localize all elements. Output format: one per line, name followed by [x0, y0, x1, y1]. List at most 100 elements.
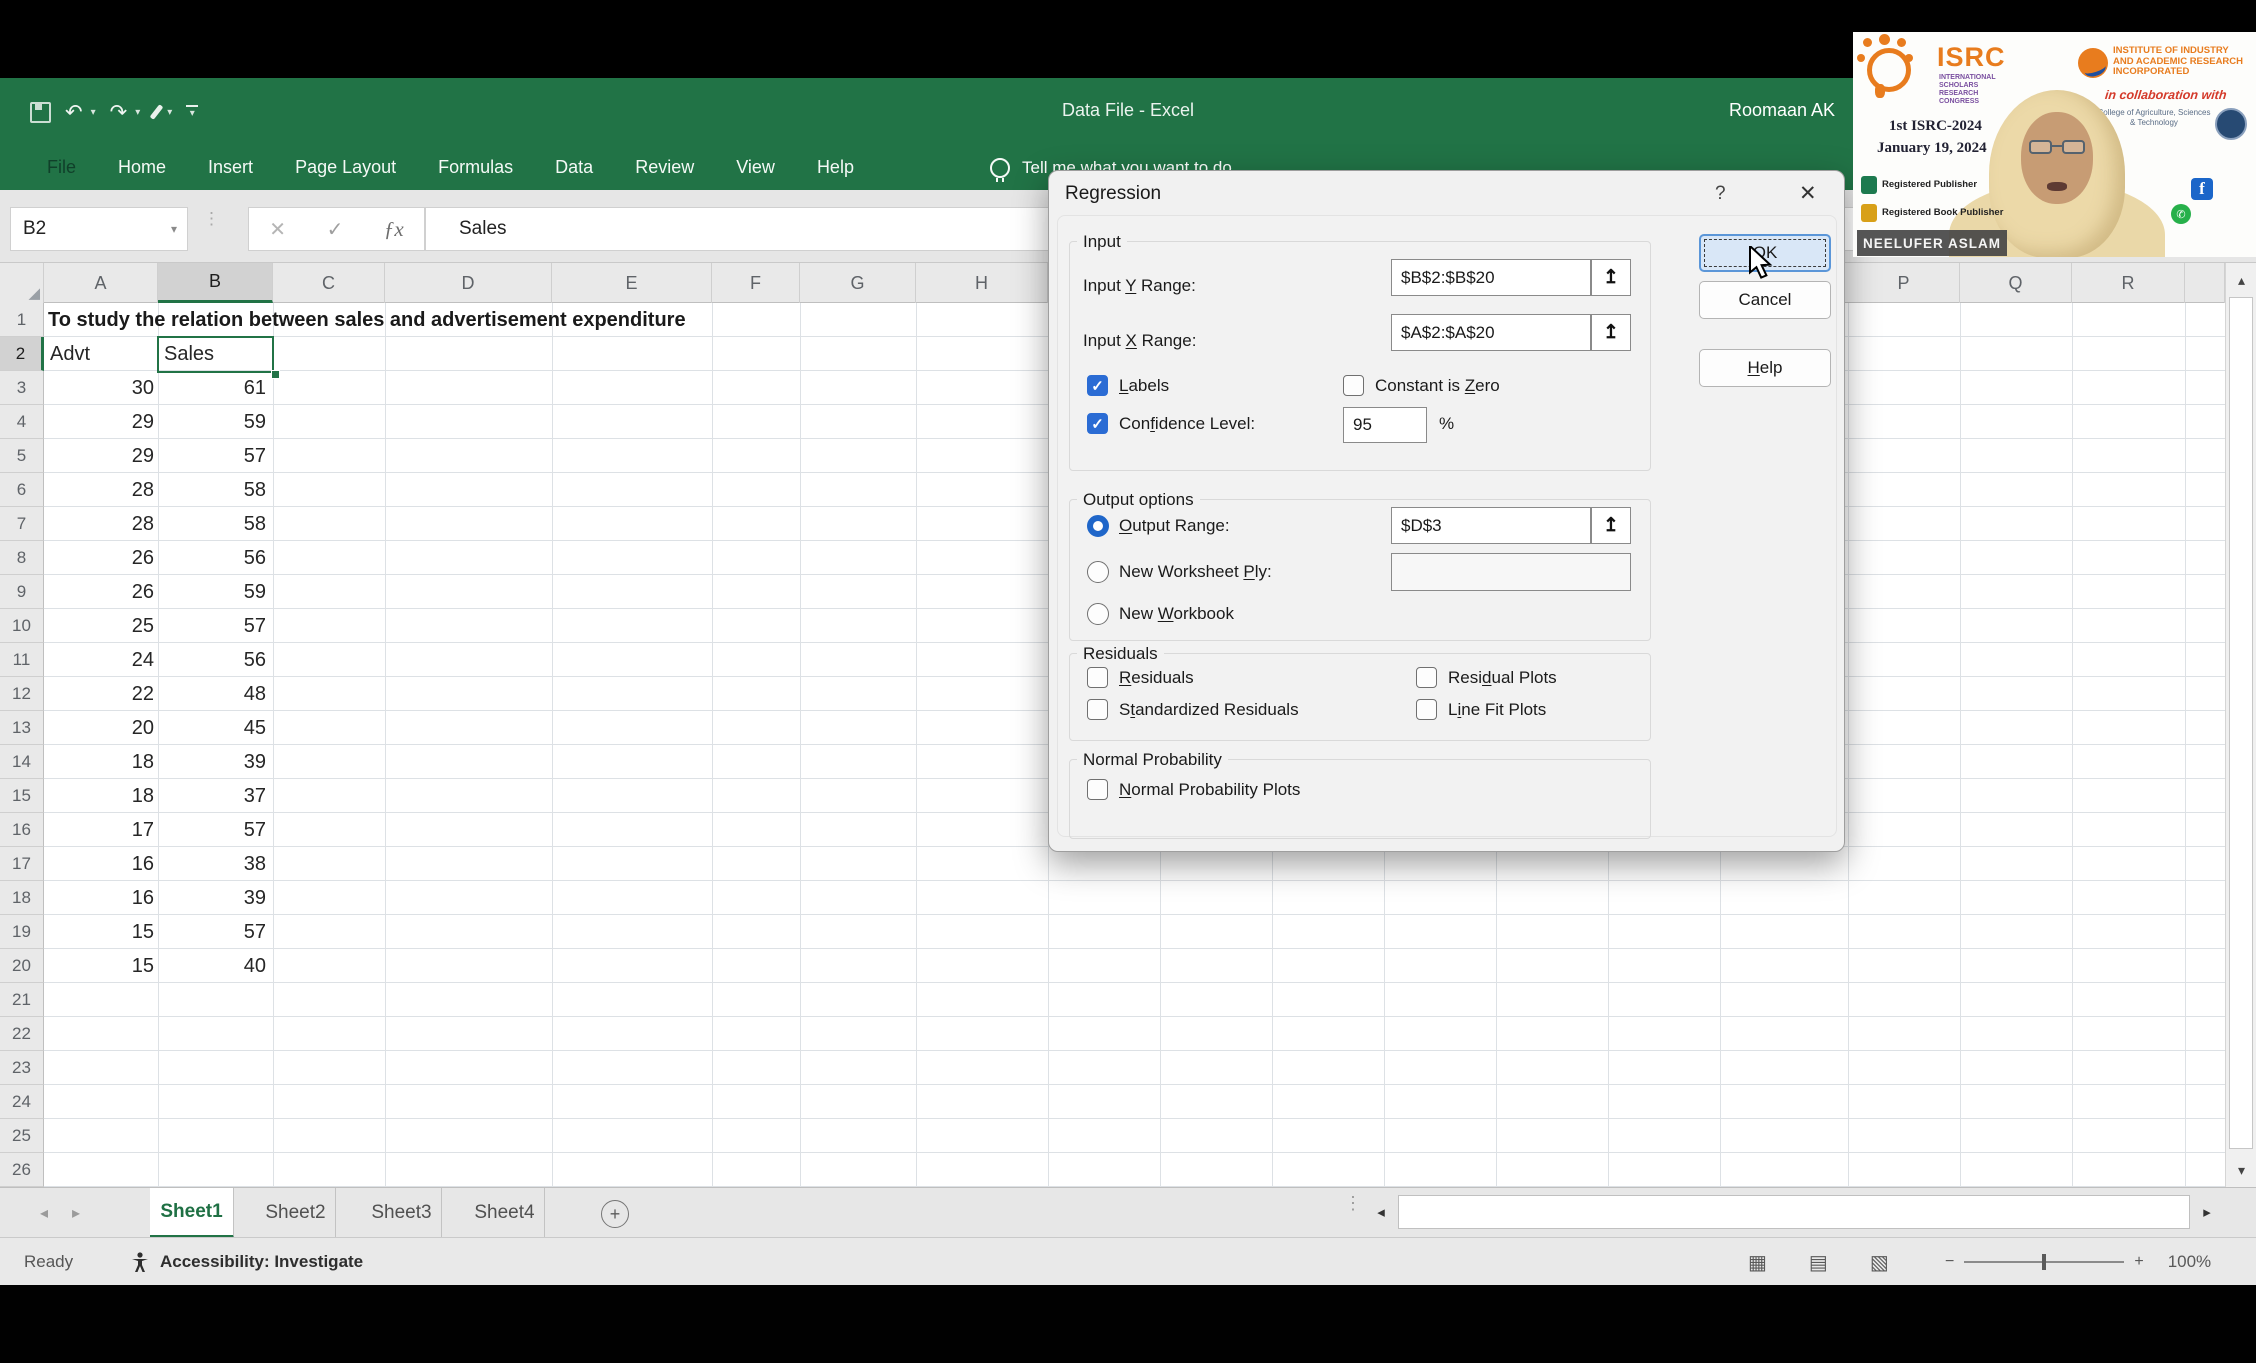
select-all-button[interactable]: ◢ — [0, 263, 44, 303]
input-y-range-picker-icon[interactable]: ↥ — [1591, 259, 1631, 296]
standardized-residuals-label[interactable]: Standardized Residuals — [1119, 700, 1299, 720]
hscroll-left-icon[interactable]: ◂ — [1368, 1195, 1394, 1229]
account-name[interactable]: Roomaan AK — [1729, 100, 1835, 121]
column-header-e[interactable]: E — [552, 263, 712, 303]
cell-a4[interactable]: 29 — [48, 405, 154, 439]
column-header-f[interactable]: F — [712, 263, 800, 303]
column-header-g[interactable]: G — [800, 263, 916, 303]
hscroll-right-icon[interactable]: ▸ — [2194, 1195, 2220, 1229]
cell-b20[interactable]: 40 — [162, 949, 266, 983]
row-header-12[interactable]: 12 — [0, 677, 44, 711]
zoom-level[interactable]: 100% — [2168, 1252, 2211, 1272]
row-header-1[interactable]: 1 — [0, 303, 44, 337]
cell-b6[interactable]: 58 — [162, 473, 266, 507]
view-page-break-icon[interactable]: ▧ — [1870, 1250, 1889, 1275]
touch-pen-icon[interactable] — [150, 104, 164, 120]
row-header-3[interactable]: 3 — [0, 371, 44, 405]
row-header-20[interactable]: 20 — [0, 949, 44, 983]
cell-b13[interactable]: 45 — [162, 711, 266, 745]
cell-a8[interactable]: 26 — [48, 541, 154, 575]
cell-a19[interactable]: 15 — [48, 915, 154, 949]
new-worksheet-radio[interactable] — [1087, 561, 1109, 583]
cell-b8[interactable]: 56 — [162, 541, 266, 575]
ribbon-tab-page-layout[interactable]: Page Layout — [274, 145, 417, 190]
row-header-22[interactable]: 22 — [0, 1017, 44, 1051]
column-header-a[interactable]: A — [44, 263, 158, 303]
row-header-11[interactable]: 11 — [0, 643, 44, 677]
labels-label[interactable]: Labels — [1119, 376, 1169, 396]
input-y-range-field[interactable]: $B$2:$B$20 — [1391, 259, 1591, 296]
row-header-26[interactable]: 26 — [0, 1153, 44, 1187]
new-workbook-label[interactable]: New Workbook — [1119, 604, 1234, 624]
row-header-17[interactable]: 17 — [0, 847, 44, 881]
ribbon-tab-view[interactable]: View — [715, 145, 796, 190]
ribbon-tab-help[interactable]: Help — [796, 145, 875, 190]
confidence-label[interactable]: Confidence Level: — [1119, 414, 1255, 434]
fill-handle[interactable] — [271, 370, 280, 379]
column-header-d[interactable]: D — [385, 263, 552, 303]
row-header-4[interactable]: 4 — [0, 405, 44, 439]
zoom-in-icon[interactable]: + — [2134, 1253, 2143, 1271]
cell-b12[interactable]: 48 — [162, 677, 266, 711]
cell-b16[interactable]: 57 — [162, 813, 266, 847]
cancel-button[interactable]: Cancel — [1699, 281, 1831, 319]
customize-qat-icon[interactable]: ▾ — [186, 105, 198, 119]
dialog-help-icon[interactable]: ? — [1715, 183, 1726, 205]
column-header-b[interactable]: B — [158, 263, 273, 303]
row-header-18[interactable]: 18 — [0, 881, 44, 915]
cell-a2[interactable]: Advt — [50, 337, 90, 371]
column-header-c[interactable]: C — [273, 263, 385, 303]
column-header-q[interactable]: Q — [1960, 263, 2072, 303]
output-range-label[interactable]: Output Range: — [1119, 516, 1230, 536]
save-icon[interactable] — [30, 102, 51, 123]
column-header-p[interactable]: P — [1848, 263, 1960, 303]
cell-a18[interactable]: 16 — [48, 881, 154, 915]
dialog-title[interactable]: Regression — [1065, 183, 1161, 205]
name-box-dropdown-icon[interactable]: ▾ — [171, 222, 177, 236]
output-range-radio[interactable] — [1087, 515, 1109, 537]
confidence-checkbox[interactable]: ✓ — [1087, 413, 1108, 434]
row-header-8[interactable]: 8 — [0, 541, 44, 575]
cancel-entry-icon[interactable]: ✕ — [269, 217, 286, 242]
new-worksheet-label[interactable]: New Worksheet Ply: — [1119, 562, 1272, 582]
row-header-24[interactable]: 24 — [0, 1085, 44, 1119]
cell-a6[interactable]: 28 — [48, 473, 154, 507]
zoom-out-icon[interactable]: − — [1945, 1253, 1954, 1271]
cell-b3[interactable]: 61 — [162, 371, 266, 405]
output-range-field[interactable]: $D$3 — [1391, 507, 1591, 544]
sheet-nav-left-icon[interactable]: ◂ — [40, 1188, 48, 1238]
column-header-h[interactable]: H — [916, 263, 1048, 303]
cell-a20[interactable]: 15 — [48, 949, 154, 983]
cell-a3[interactable]: 30 — [48, 371, 154, 405]
redo-dropdown-icon[interactable]: ▾ — [135, 107, 140, 118]
sheet-tab-sheet2[interactable]: Sheet2 — [256, 1188, 336, 1238]
line-fit-plots-checkbox[interactable]: ✓ — [1416, 699, 1437, 720]
cell-a15[interactable]: 18 — [48, 779, 154, 813]
new-worksheet-field[interactable] — [1391, 553, 1631, 591]
ribbon-tab-insert[interactable]: Insert — [187, 145, 274, 190]
tab-scroll-splitter[interactable]: ⋮ — [1344, 1198, 1362, 1208]
cell-b19[interactable]: 57 — [162, 915, 266, 949]
cell-b5[interactable]: 57 — [162, 439, 266, 473]
help-button[interactable]: Help — [1699, 349, 1831, 387]
cell-b7[interactable]: 58 — [162, 507, 266, 541]
row-header-5[interactable]: 5 — [0, 439, 44, 473]
cell-b11[interactable]: 56 — [162, 643, 266, 677]
sheet-tab-sheet1[interactable]: Sheet1 — [150, 1188, 234, 1238]
cell-a1-title[interactable]: To study the relation between sales and … — [48, 303, 686, 337]
output-range-picker-icon[interactable]: ↥ — [1591, 507, 1631, 544]
column-header-partial[interactable] — [2185, 263, 2225, 303]
residual-plots-checkbox[interactable]: ✓ — [1416, 667, 1437, 688]
cell-b17[interactable]: 38 — [162, 847, 266, 881]
row-header-16[interactable]: 16 — [0, 813, 44, 847]
row-header-7[interactable]: 7 — [0, 507, 44, 541]
view-normal-icon[interactable]: ▦ — [1748, 1250, 1767, 1275]
sheet-tab-sheet4[interactable]: Sheet4 — [465, 1188, 545, 1238]
vertical-scrollbar[interactable]: ▴ ▾ — [2225, 263, 2256, 1187]
zoom-slider-thumb[interactable] — [2042, 1254, 2046, 1270]
sheet-nav-right-icon[interactable]: ▸ — [72, 1188, 80, 1238]
horizontal-scroll-thumb[interactable] — [1398, 1195, 2190, 1229]
cell-b4[interactable]: 59 — [162, 405, 266, 439]
cell-b18[interactable]: 39 — [162, 881, 266, 915]
ribbon-tab-review[interactable]: Review — [614, 145, 715, 190]
